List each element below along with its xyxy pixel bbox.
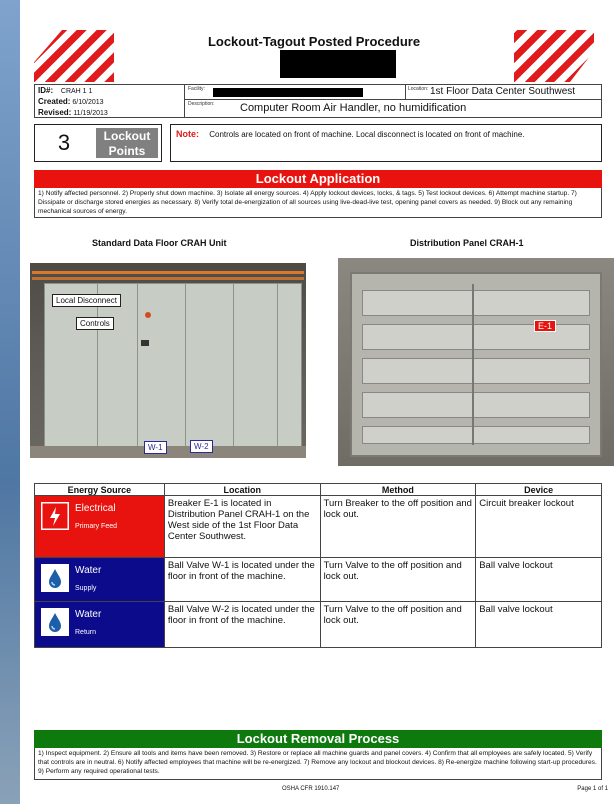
breaker-row — [362, 290, 590, 316]
panel-cabinet — [350, 272, 602, 457]
table-row: Water Return Ball Valve W-2 is located un… — [34, 601, 602, 648]
water-drop-icon — [41, 564, 69, 592]
location-cell: Ball Valve W-2 is located under the floo… — [163, 601, 321, 648]
id-label: ID#: — [38, 86, 54, 95]
breaker-row — [362, 426, 590, 444]
right-photo-caption: Distribution Panel CRAH-1 — [410, 238, 524, 248]
w1-tag: W-1 — [144, 441, 167, 454]
lockout-removal-steps: 1) Inspect equipment. 2) Ensure all tool… — [34, 748, 602, 780]
energy-source-name: Water — [75, 609, 102, 620]
unit-panel-divider — [97, 284, 98, 452]
lockout-points-label-line1: Lockout — [103, 129, 151, 143]
unit-panel-divider — [277, 284, 278, 452]
unit-panel-divider — [233, 284, 234, 452]
crah-unit-photo: Local Disconnect Controls W-1 W-2 — [30, 263, 306, 458]
location-cell: Breaker E-1 is located in Distribution P… — [163, 495, 321, 558]
page-title: Lockout-Tagout Posted Procedure — [207, 34, 421, 49]
description-value: Computer Room Air Handler, no humidifica… — [240, 102, 467, 114]
id-dates-cell: ID#: CRAH 1 1 Created: 6/10/2013 Revised… — [35, 85, 185, 117]
table-row: Electrical Primary Feed Breaker E-1 is lo… — [34, 495, 602, 558]
local-disconnect-tag: Local Disconnect — [52, 294, 121, 307]
device-cell: Circuit breaker lockout — [475, 495, 602, 558]
lockout-points-count: 3 — [57, 130, 71, 155]
procedure-page: Lockout-Tagout Posted Procedure ID#: CRA… — [20, 0, 614, 804]
location-value: 1st Floor Data Center Southwest — [430, 86, 576, 97]
footer-page-number: Page 1 of 1 — [577, 786, 608, 792]
breaker-row — [362, 358, 590, 384]
table-row: Water Supply Ball Valve W-1 is located un… — [34, 557, 602, 602]
description-label: Description: — [188, 101, 215, 107]
device-cell: Ball valve lockout — [475, 557, 602, 602]
device-cell: Ball valve lockout — [475, 601, 602, 648]
distribution-panel-photo: E-1 — [338, 258, 614, 466]
info-vertical-divider — [405, 85, 406, 99]
note-box: Note: Controls are located on front of m… — [170, 124, 602, 162]
created-value: 6/10/2013 — [72, 99, 104, 106]
controls-display — [141, 340, 149, 346]
pipe-second — [32, 277, 304, 280]
method-cell: Turn Valve to the off position and lock … — [319, 601, 477, 648]
breaker-row — [362, 392, 590, 418]
table-header-row: Energy Source Location Method Device — [34, 483, 602, 496]
electrical-hazard-icon — [39, 500, 71, 532]
raised-floor — [30, 446, 306, 458]
revised-label: Revised: — [38, 108, 72, 117]
pipe-top — [32, 271, 304, 274]
energy-source-sub: Return — [75, 629, 97, 636]
id-value: CRAH 1 1 — [60, 88, 93, 95]
crah-unit-body — [44, 283, 302, 453]
energy-source-cell: Electrical Primary Feed — [34, 495, 165, 558]
left-photo-caption: Standard Data Floor CRAH Unit — [92, 238, 227, 248]
unit-panel-divider — [137, 284, 138, 452]
background-strip — [0, 0, 20, 804]
method-cell: Turn Valve to the off position and lock … — [319, 557, 477, 602]
table-header: Device — [475, 483, 602, 496]
table-header: Method — [319, 483, 477, 496]
energy-source-cell: Water Supply — [34, 557, 165, 602]
revised-value: 11/19/2013 — [73, 110, 108, 117]
table-header: Location — [163, 483, 321, 496]
location-cell: Ball Valve W-1 is located under the floo… — [163, 557, 321, 602]
header: Lockout-Tagout Posted Procedure — [34, 30, 594, 82]
energy-source-sub: Primary Feed — [75, 523, 118, 530]
lockout-points-label-line2: Points — [108, 144, 146, 158]
energy-source-table: Energy Source Location Method Device Ele… — [34, 483, 602, 648]
note-text: Controls are located on front of machine… — [209, 130, 525, 139]
info-divider — [185, 99, 601, 100]
unit-panel-divider — [185, 284, 186, 452]
energy-source-name: Water — [75, 565, 102, 576]
method-cell: Turn Breaker to the off position and loc… — [319, 495, 477, 558]
footer-regulation: OSHA CFR 1910.147 — [282, 786, 340, 792]
table-header: Energy Source — [34, 483, 165, 496]
lockout-points-box: 3 Lockout Points — [34, 124, 162, 162]
disconnect-knob — [145, 312, 151, 318]
note-label: Note: — [176, 129, 199, 139]
location-label: Location: — [408, 86, 429, 92]
w2-tag: W-2 — [190, 440, 213, 453]
lockout-points-label: Lockout Points — [96, 128, 158, 158]
hazard-stripe-left — [34, 30, 114, 82]
redacted-block — [280, 50, 396, 78]
info-row: ID#: CRAH 1 1 Created: 6/10/2013 Revised… — [34, 84, 602, 118]
e1-tag: E-1 — [534, 320, 557, 332]
panel-center-divider — [472, 284, 474, 445]
created-label: Created: — [38, 97, 71, 106]
lockout-application-steps: 1) Notify affected personnel. 2) Properl… — [34, 188, 602, 218]
hazard-stripe-right — [514, 30, 594, 82]
lockout-application-title: Lockout Application — [34, 170, 602, 188]
energy-source-cell: Water Return — [34, 601, 165, 648]
controls-tag: Controls — [76, 317, 114, 330]
facility-label: Facility: — [188, 86, 205, 92]
lockout-removal-title: Lockout Removal Process — [34, 730, 602, 748]
energy-source-name: Electrical — [75, 503, 116, 514]
facility-redacted — [213, 88, 363, 97]
water-drop-icon — [41, 608, 69, 636]
energy-source-sub: Supply — [75, 585, 97, 592]
